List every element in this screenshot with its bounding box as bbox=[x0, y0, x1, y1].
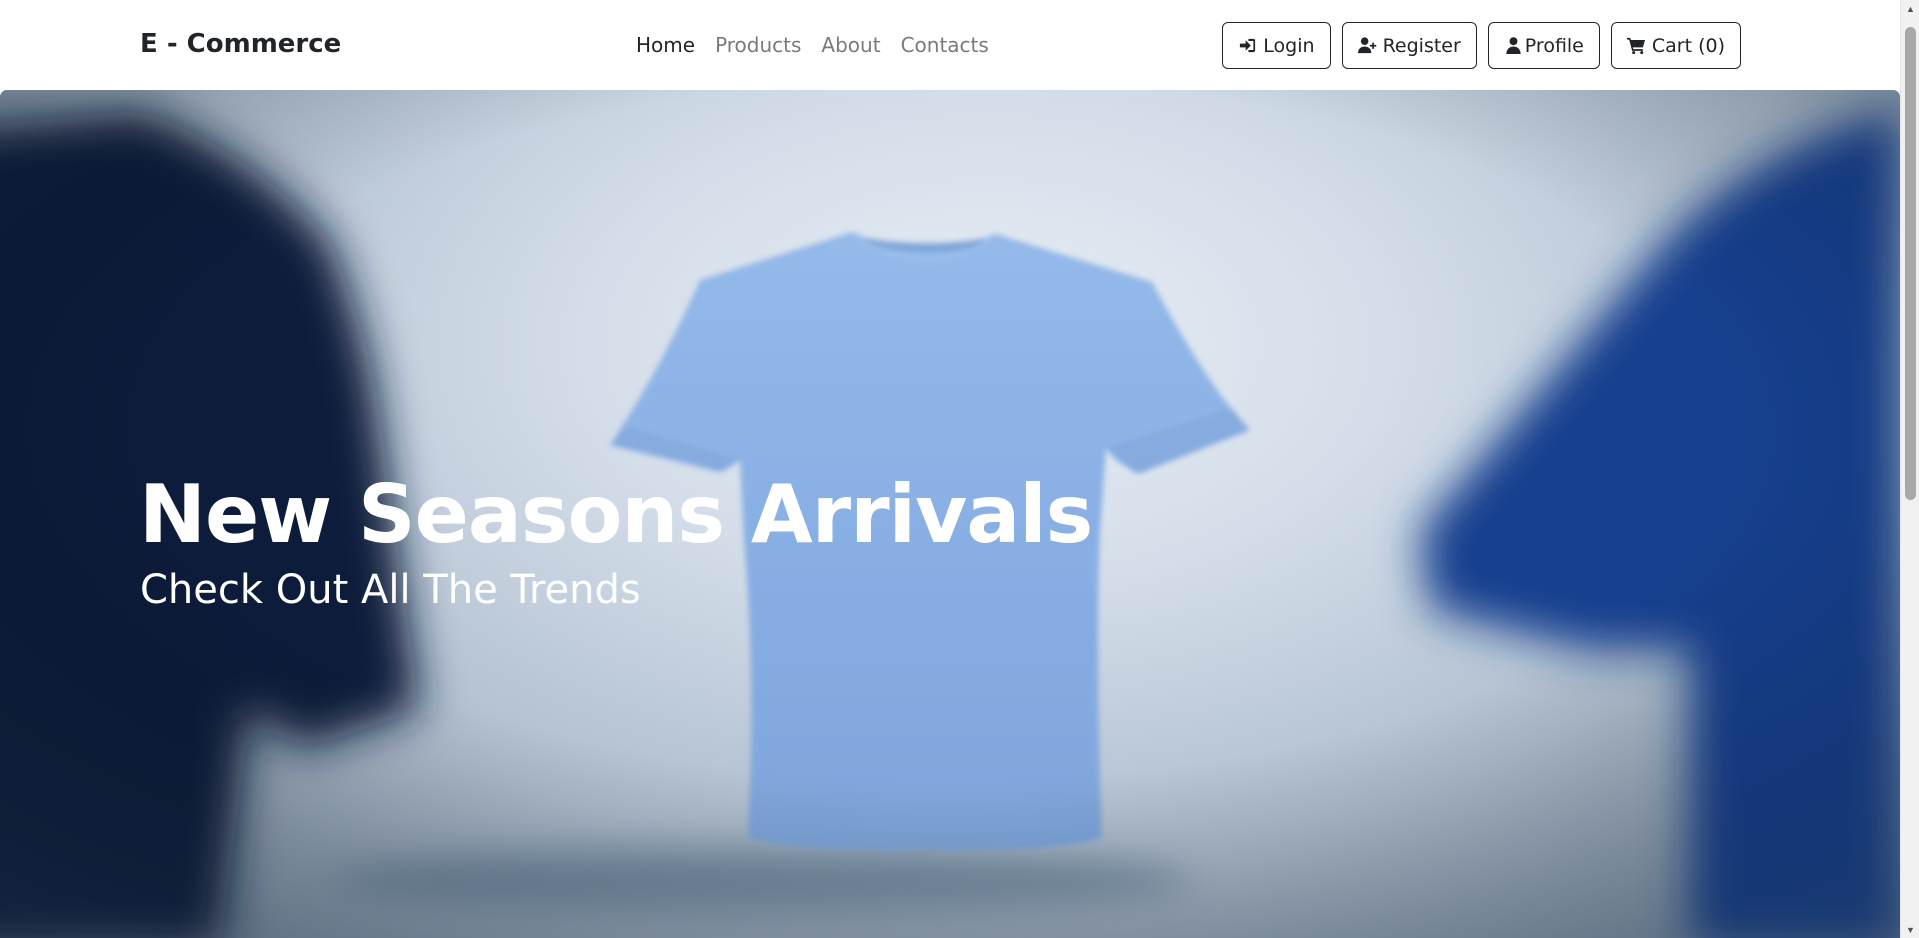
cart-button[interactable]: Cart (0) bbox=[1610, 22, 1741, 69]
user-icon bbox=[1506, 37, 1521, 55]
profile-button[interactable]: Profile bbox=[1487, 22, 1600, 69]
register-label: Register bbox=[1382, 34, 1461, 57]
user-plus-icon bbox=[1357, 37, 1376, 54]
sign-in-icon bbox=[1240, 38, 1256, 53]
brand-logo[interactable]: E - Commerce bbox=[140, 29, 341, 59]
nav-buttons: Login Register Profile Cart (0) bbox=[1222, 22, 1741, 69]
hero-subtitle: Check Out All The Trends bbox=[140, 567, 641, 613]
scroll-up-arrow-icon[interactable]: ▲ bbox=[1901, 0, 1919, 17]
cart-icon bbox=[1626, 37, 1645, 55]
nav-links: Home Products About Contacts bbox=[636, 33, 989, 57]
login-button[interactable]: Login bbox=[1222, 22, 1331, 69]
login-label: Login bbox=[1263, 34, 1315, 57]
page: E - Commerce Home Products About Contact… bbox=[0, 0, 1919, 938]
nav-link-home[interactable]: Home bbox=[636, 33, 695, 57]
nav-link-about[interactable]: About bbox=[821, 33, 880, 57]
hero-banner: New Seasons Arrivals Check Out All The T… bbox=[0, 90, 1900, 938]
nav-link-contacts[interactable]: Contacts bbox=[901, 33, 989, 57]
scroll-down-arrow-icon[interactable]: ▼ bbox=[1901, 921, 1919, 938]
cart-label: Cart (0) bbox=[1651, 34, 1725, 57]
scrollbar-thumb[interactable] bbox=[1905, 27, 1916, 500]
nav-link-products[interactable]: Products bbox=[715, 33, 801, 57]
hero-title: New Seasons Arrivals bbox=[139, 468, 1093, 561]
profile-label: Profile bbox=[1524, 34, 1584, 57]
register-button[interactable]: Register bbox=[1341, 22, 1477, 69]
navbar: E - Commerce Home Products About Contact… bbox=[0, 0, 1900, 90]
page-scrollbar[interactable]: ▲ ▼ bbox=[1900, 0, 1919, 938]
